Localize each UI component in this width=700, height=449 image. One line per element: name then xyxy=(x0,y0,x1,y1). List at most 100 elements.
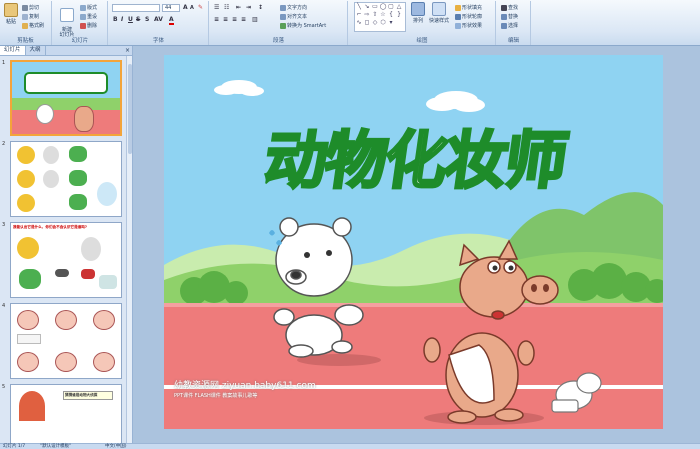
clear-format-icon[interactable]: ✎ xyxy=(198,4,203,11)
brace-shape-icon[interactable]: { xyxy=(387,11,395,19)
rect-shape-icon[interactable]: ▭ xyxy=(371,3,379,11)
cut-button[interactable]: 剪切 xyxy=(22,4,39,11)
outline-pen-icon xyxy=(455,13,461,20)
replace-icon xyxy=(501,13,507,20)
slides-group: 新建 幻灯片 版式 重设 删除 幻灯片 xyxy=(53,1,108,45)
reset-icon xyxy=(80,13,86,20)
diamond-shape-icon[interactable]: ◇ xyxy=(371,19,379,27)
align-text-button[interactable]: 对齐文本 xyxy=(280,13,307,20)
triangle-shape-icon[interactable]: △ xyxy=(395,3,403,11)
up-arrow-shape-icon[interactable]: ⇧ xyxy=(371,11,379,19)
font-color-icon[interactable]: A xyxy=(169,16,174,25)
replace-button[interactable]: 替换 xyxy=(501,13,518,20)
slide-thumb-preview xyxy=(10,303,122,379)
editing-group: 查找 替换 选择 编辑 xyxy=(497,1,531,45)
slide-thumb-preview: 我能认出它是什么，你们会不会认识它是谁吗? xyxy=(10,222,122,298)
font-name-field[interactable] xyxy=(112,4,160,12)
grow-font-icon[interactable]: A xyxy=(183,4,188,11)
tab-outline[interactable]: 大纲 xyxy=(26,46,46,55)
spacing-icon[interactable]: AV xyxy=(154,16,163,23)
arrange-button[interactable]: 排列 xyxy=(410,2,426,24)
oval-shape-icon[interactable]: ◯ xyxy=(379,3,387,11)
clipboard-group: 粘贴 剪切 复制 格式刷 剪贴板 xyxy=(0,1,52,45)
font-size-field[interactable]: 44 xyxy=(162,4,180,12)
watermark-text: 幼教资源网 ziyuan.baby611.com xyxy=(174,381,316,391)
copy-icon xyxy=(22,13,28,20)
elbow-shape-icon[interactable]: ⌐ xyxy=(355,11,363,19)
paragraph-label: 段落 xyxy=(272,38,284,44)
bullets-icon[interactable]: ☰ xyxy=(214,4,219,11)
slide-counter: 幻灯片 1/7 xyxy=(3,444,26,449)
arrow-shape-icon[interactable]: ↘ xyxy=(363,3,371,11)
layout-icon xyxy=(80,4,86,11)
align-center-icon[interactable]: ≡ xyxy=(223,16,228,23)
decrease-indent-icon[interactable]: ⇤ xyxy=(236,4,241,11)
new-slide-button[interactable]: 新建 幻灯片 xyxy=(56,3,78,38)
theme-name: "默认设计模板" xyxy=(40,444,72,449)
smartart-button[interactable]: 转换为 SmartArt xyxy=(280,22,326,29)
align-right-icon[interactable]: ≡ xyxy=(232,16,237,23)
close-icon[interactable]: × xyxy=(125,47,130,54)
line-shape-icon[interactable]: ╲ xyxy=(355,3,363,11)
italic-icon[interactable]: I xyxy=(121,16,123,23)
slide-number: 3 xyxy=(2,222,6,228)
copy-button[interactable]: 复制 xyxy=(22,13,39,20)
numbering-icon[interactable]: ☷ xyxy=(224,4,229,11)
brush-icon xyxy=(22,22,28,29)
binoculars-icon xyxy=(501,4,507,11)
columns-icon[interactable]: ▥ xyxy=(252,16,258,23)
tab-slides[interactable]: 幻灯片 xyxy=(0,46,26,55)
layout-button[interactable]: 版式 xyxy=(80,4,97,11)
shadow-icon[interactable]: S xyxy=(145,16,149,23)
format-painter-button[interactable]: 格式刷 xyxy=(22,22,44,29)
curve-shape-icon[interactable]: ∿ xyxy=(355,19,363,27)
callout-shape-icon[interactable]: ◻ xyxy=(363,19,371,27)
paste-icon xyxy=(4,3,18,17)
slide-thumb-preview xyxy=(10,60,122,136)
brace-close-shape-icon[interactable]: } xyxy=(395,11,403,19)
slide-title[interactable]: 动物化妆师 xyxy=(220,110,613,200)
bold-icon[interactable]: B xyxy=(113,16,118,23)
thumb-caption: 我能认出它是什么，你们会不会认识它是谁吗? xyxy=(13,225,87,229)
more-shapes-icon[interactable]: ▾ xyxy=(387,19,395,27)
select-button[interactable]: 选择 xyxy=(501,22,518,29)
star-shape-icon[interactable]: ☆ xyxy=(379,11,387,19)
editing-label: 编辑 xyxy=(507,38,519,44)
effects-icon xyxy=(455,22,461,29)
align-left-icon[interactable]: ≡ xyxy=(214,16,219,23)
hexagon-shape-icon[interactable]: ⬡ xyxy=(379,19,387,27)
quick-styles-icon xyxy=(432,2,446,16)
text-direction-button[interactable]: 文字方向 xyxy=(280,4,307,11)
quick-styles-button[interactable]: 快速样式 xyxy=(428,2,450,24)
shapes-gallery[interactable]: ╲ ↘ ▭ ◯ ▢ △ ⌐ ⇨ ⇧ ☆{} ∿ ◻ ◇ ⬡ ▾ xyxy=(354,2,406,32)
line-spacing-icon[interactable]: ↕ xyxy=(258,4,263,11)
slide-number: 4 xyxy=(2,303,6,309)
cursor-icon xyxy=(501,22,507,29)
find-button[interactable]: 查找 xyxy=(501,4,518,11)
underline-icon[interactable]: U xyxy=(128,16,133,23)
new-slide-icon xyxy=(60,8,74,22)
pane-scrollbar[interactable] xyxy=(126,56,132,443)
delete-slide-button[interactable]: 删除 xyxy=(80,22,97,29)
shape-fill-button[interactable]: 形状填充 xyxy=(455,4,482,11)
text-direction-icon xyxy=(280,4,286,11)
rounded-rect-shape-icon[interactable]: ▢ xyxy=(387,3,395,11)
slide-canvas[interactable]: 动物化妆师 幼教资源网 ziyuan.baby611.com PPT课件 FLA… xyxy=(164,55,663,429)
scrollbar-thumb[interactable] xyxy=(128,64,132,154)
shrink-font-icon[interactable]: A xyxy=(190,5,194,11)
right-arrow-shape-icon[interactable]: ⇨ xyxy=(363,11,371,19)
strikethrough-icon[interactable]: S xyxy=(136,16,140,23)
fill-bucket-icon xyxy=(455,4,461,11)
increase-indent-icon[interactable]: ⇥ xyxy=(246,4,251,11)
align-text-icon xyxy=(280,13,286,20)
status-bar: 幻灯片 1/7 "默认设计模板" 中文(中国) xyxy=(0,443,700,449)
reset-button[interactable]: 重设 xyxy=(80,13,97,20)
slide-number: 1 xyxy=(2,60,6,66)
language-indicator[interactable]: 中文(中国) xyxy=(105,444,127,449)
drawing-label: 绘图 xyxy=(416,38,428,44)
justify-icon[interactable]: ≡ xyxy=(241,16,246,23)
shape-outline-button[interactable]: 形状轮廓 xyxy=(455,13,482,20)
shape-effects-button[interactable]: 形状效果 xyxy=(455,22,482,29)
paste-button[interactable]: 粘贴 xyxy=(2,3,20,25)
slide-thumbnail-pane: 幻灯片 大纲 × 1 2 3 我能认出它是什么，你们会不会认识它是谁吗? 4 5… xyxy=(0,46,133,444)
